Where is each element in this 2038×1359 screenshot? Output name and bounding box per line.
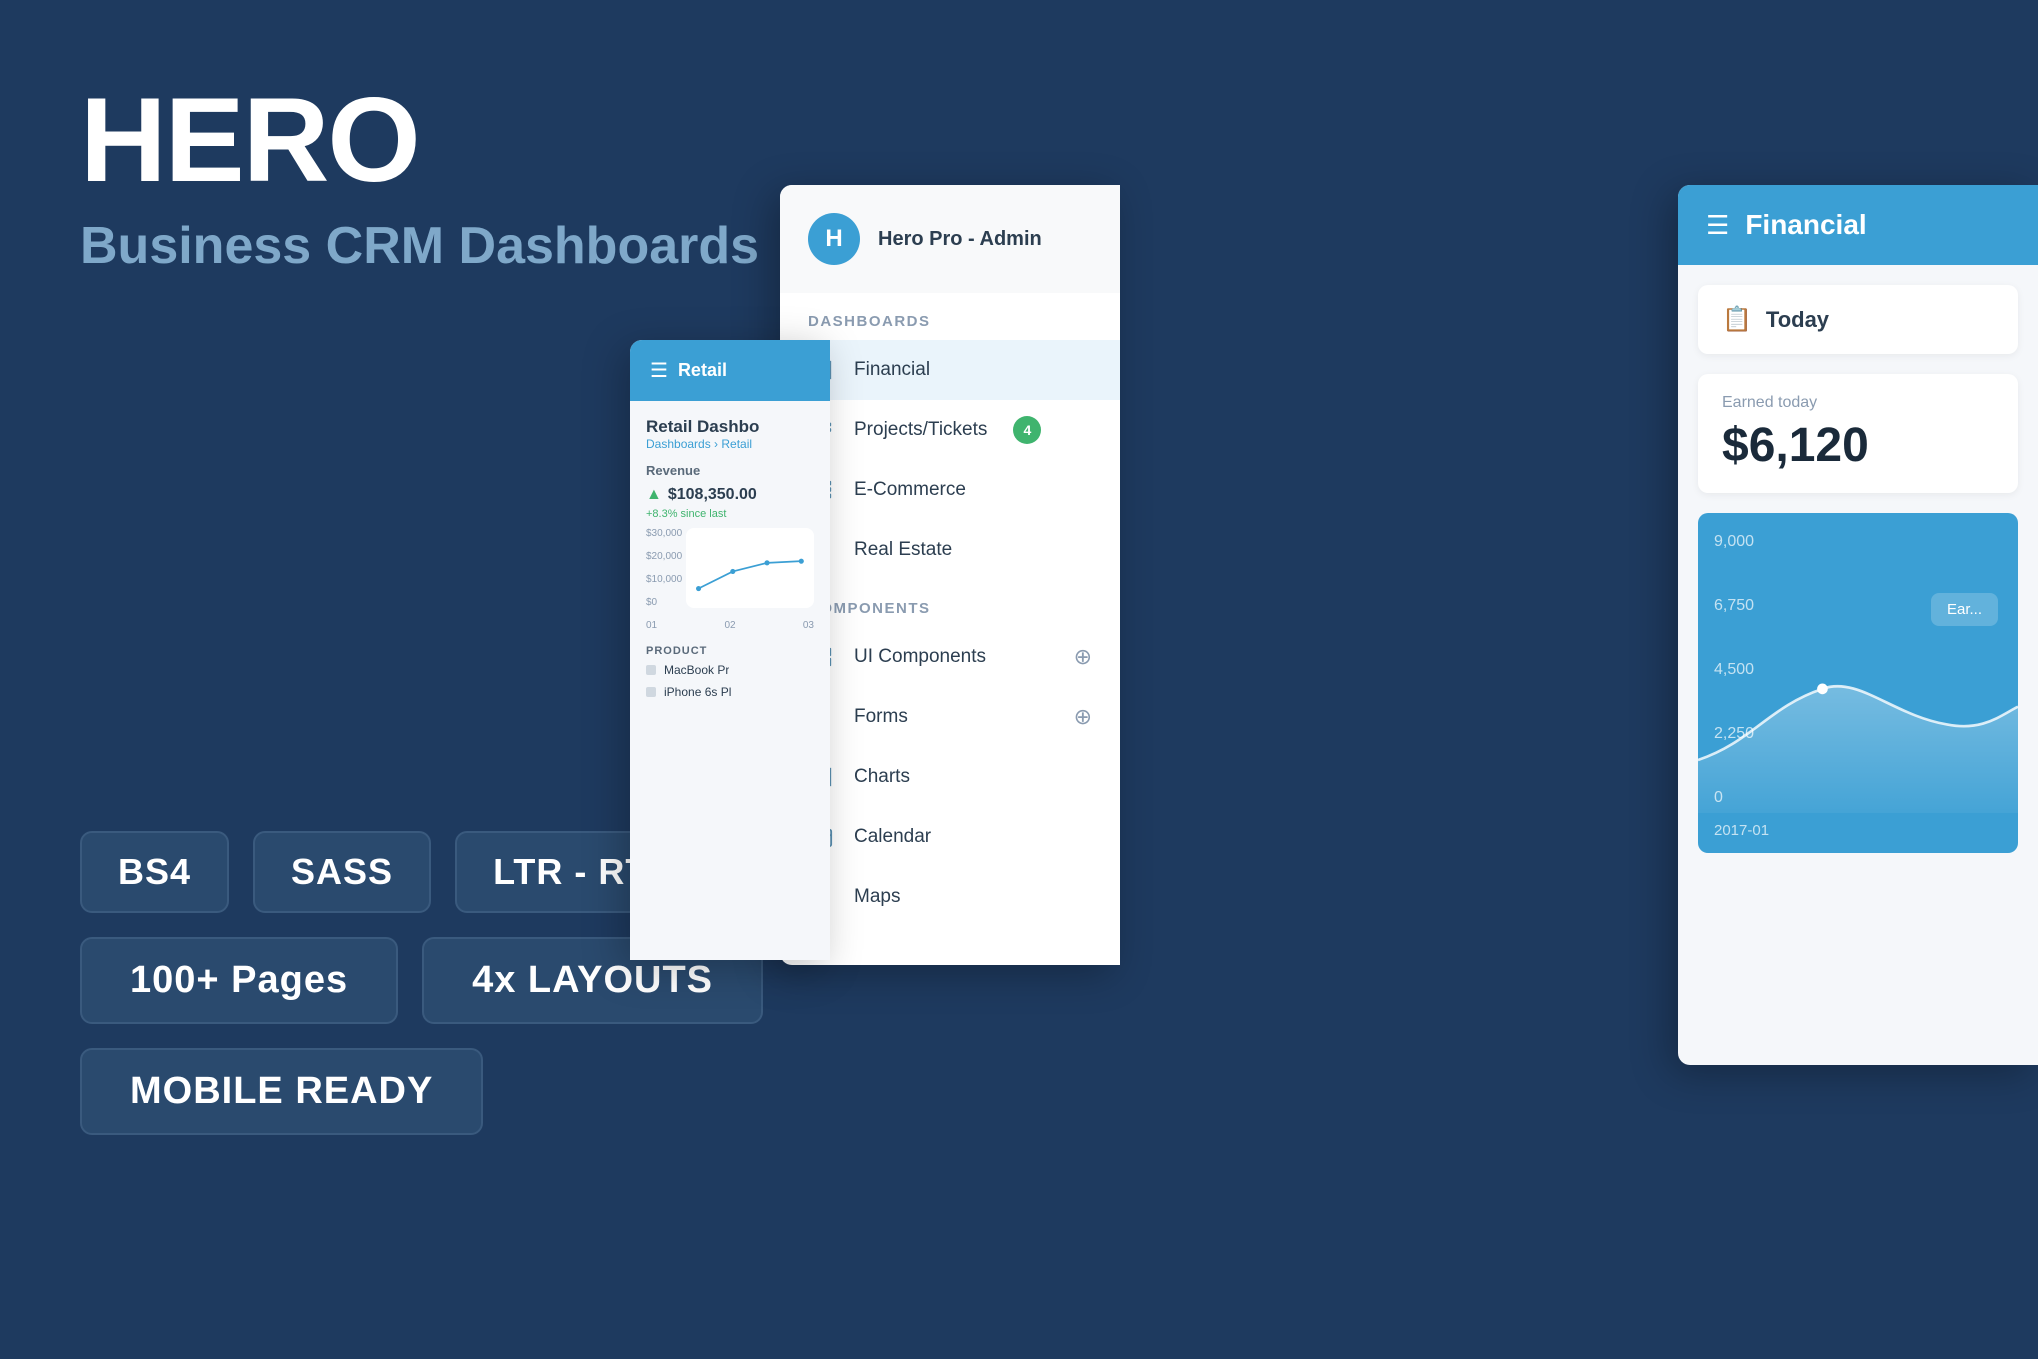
- forms-label: Forms: [854, 706, 908, 728]
- retail-chart-container: $30,000 $20,000 $10,000 $0: [646, 528, 814, 620]
- sidebar-item-calendar[interactable]: Calendar: [780, 807, 1120, 867]
- product-dot-1: [646, 687, 656, 697]
- badge-row-3: MOBILE READY: [80, 1048, 763, 1135]
- retail-breadcrumb: Dashboards › Retail: [646, 437, 814, 451]
- sidebar-item-forms[interactable]: Forms ⊕: [780, 687, 1120, 747]
- retail-panel: ☰ Retail Retail Dashbo Dashboards › Reta…: [630, 340, 830, 960]
- sidebar-item-maps[interactable]: Maps: [780, 867, 1120, 927]
- menu-icon: ☰: [650, 358, 668, 383]
- financial-today-label: Today: [1766, 307, 1829, 333]
- expand-icon-forms[interactable]: ⊕: [1074, 704, 1092, 730]
- y-label-0: $30,000: [646, 528, 682, 539]
- x-label-2: 03: [803, 620, 814, 631]
- ui-components-label: UI Components: [854, 646, 986, 668]
- sidebar-dashboards-label: Dashboards: [780, 293, 1120, 340]
- chart-tooltip: Ear...: [1931, 593, 1998, 626]
- earned-value: $6,120: [1722, 418, 1994, 473]
- avatar: H: [808, 213, 860, 265]
- badge-pages: 100+ Pages: [80, 937, 398, 1024]
- retail-chart: [686, 528, 814, 608]
- retail-y-labels: $30,000 $20,000 $10,000 $0: [646, 528, 682, 608]
- retail-dash-title: Retail Dashbo: [646, 417, 814, 437]
- charts-label: Charts: [854, 766, 910, 788]
- financial-header: ☰ Financial: [1678, 185, 2038, 265]
- retail-product-label: PRODUCT: [646, 645, 814, 657]
- hero-title: HERO: [80, 80, 759, 200]
- retail-revenue-label: Revenue: [646, 463, 814, 478]
- earned-label: Earned today: [1722, 394, 1994, 412]
- financial-chart-area: 9,000 6,750 4,500 2,250 0 2017-01 Ear...: [1698, 513, 2018, 853]
- financial-earned-card: Earned today $6,120: [1698, 374, 2018, 493]
- product-name-0: MacBook Pr: [664, 663, 729, 677]
- chart-x-label: 2017-01: [1714, 822, 1769, 839]
- badge-mobile-ready: MOBILE READY: [80, 1048, 483, 1135]
- trend-up-icon: ▲: [646, 486, 662, 504]
- x-label-1: 02: [724, 620, 735, 631]
- sidebar-username: Hero Pro - Admin: [878, 228, 1042, 251]
- sidebar-user: H Hero Pro - Admin: [780, 185, 1120, 293]
- retail-product-item-1: iPhone 6s Pl: [646, 685, 814, 699]
- sidebar-item-ui-components[interactable]: UI Components ⊕: [780, 627, 1120, 687]
- projects-badge: 4: [1013, 416, 1041, 444]
- sidebar-item-ecommerce[interactable]: E-Commerce: [780, 460, 1120, 520]
- product-dot-0: [646, 665, 656, 675]
- financial-title: Financial: [1745, 209, 1866, 241]
- product-name-1: iPhone 6s Pl: [664, 685, 731, 699]
- sidebar-item-projects[interactable]: Projects/Tickets 4: [780, 400, 1120, 460]
- retail-product-item-0: MacBook Pr: [646, 663, 814, 677]
- hero-section: HERO Business CRM Dashboards: [80, 80, 759, 276]
- badge-sass: SASS: [253, 831, 431, 913]
- y-label-3: $0: [646, 597, 682, 608]
- retail-growth: +8.3% since last: [646, 508, 814, 520]
- financial-label: Financial: [854, 359, 930, 381]
- projects-label: Projects/Tickets: [854, 419, 987, 441]
- sidebar-item-charts[interactable]: Charts: [780, 747, 1120, 807]
- sidebar-components-label: Components: [780, 580, 1120, 627]
- retail-title: Retail: [678, 360, 727, 381]
- maps-label: Maps: [854, 886, 900, 908]
- expand-icon-ui[interactable]: ⊕: [1074, 644, 1092, 670]
- retail-product-section: PRODUCT MacBook Pr iPhone 6s Pl: [646, 645, 814, 699]
- retail-x-labels: 01 02 03: [646, 620, 814, 631]
- x-label-0: 01: [646, 620, 657, 631]
- hero-subtitle: Business CRM Dashboards: [80, 216, 759, 276]
- financial-menu-icon: ☰: [1706, 210, 1729, 241]
- today-calendar-icon: 📋: [1722, 305, 1752, 334]
- realestate-label: Real Estate: [854, 539, 952, 561]
- retail-amount: $108,350.00: [668, 486, 757, 504]
- sidebar-item-financial[interactable]: Financial: [780, 340, 1120, 400]
- retail-body: Retail Dashbo Dashboards › Retail Revenu…: [630, 401, 830, 723]
- chart-y-0: 9,000: [1714, 533, 1754, 551]
- calendar-label: Calendar: [854, 826, 931, 848]
- financial-chart-svg: [1698, 600, 2018, 813]
- retail-header: ☰ Retail: [630, 340, 830, 401]
- y-label-1: $20,000: [646, 551, 682, 562]
- sidebar-item-realestate[interactable]: Real Estate: [780, 520, 1120, 580]
- y-label-2: $10,000: [646, 574, 682, 585]
- financial-panel: ☰ Financial 📋 Today Earned today $6,120 …: [1678, 185, 2038, 1065]
- sidebar-panel: H Hero Pro - Admin Dashboards Financial …: [780, 185, 1120, 965]
- ecommerce-label: E-Commerce: [854, 479, 966, 501]
- badge-bs4: BS4: [80, 831, 229, 913]
- financial-today-card: 📋 Today: [1698, 285, 2018, 354]
